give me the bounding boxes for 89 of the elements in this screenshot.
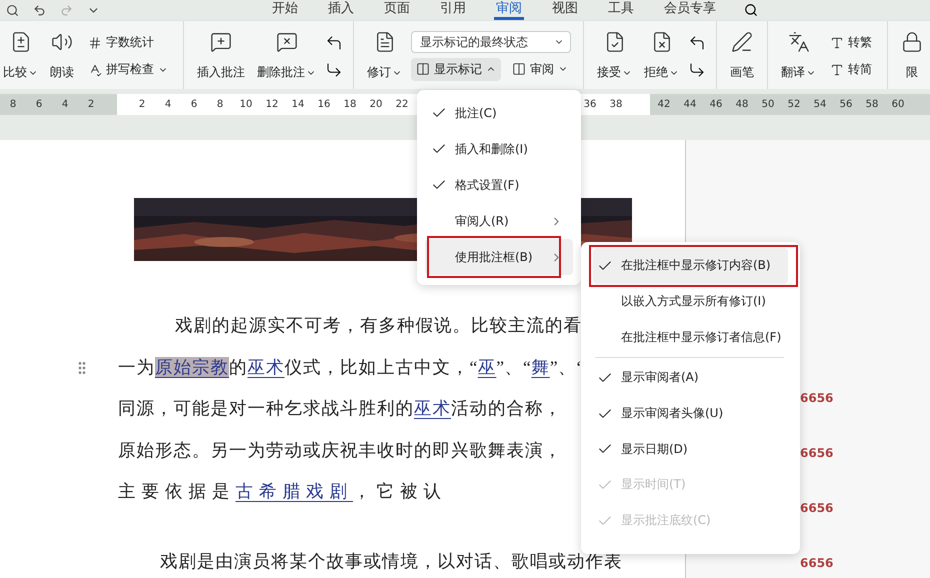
menu-item[interactable]: 插入和删除(I) — [425, 131, 573, 167]
ribbon-button[interactable]: 字数统计 — [83, 31, 173, 54]
translate-icon — [788, 31, 810, 53]
ruler-number: 58 — [864, 99, 880, 110]
ruler-number: 42 — [656, 99, 672, 110]
menu-item[interactable]: 审阅人(R) — [425, 203, 573, 239]
menu-item[interactable]: 以嵌入方式显示所有修订(I) — [593, 284, 788, 320]
menu-item[interactable]: 使用批注框(B) — [425, 239, 573, 275]
next-icon[interactable] — [688, 60, 706, 78]
ruler-number: 22 — [394, 99, 410, 110]
text-line: 原始形态。另一为劳动或庆祝丰收时的即兴歌舞表演， — [118, 438, 562, 462]
comment-author: 6656 — [800, 555, 834, 572]
text-line: 主要依据是 古希腊戏剧，它被认 — [118, 480, 447, 503]
ruler-number: 6 — [34, 99, 44, 110]
ruler-number: 10 — [238, 99, 254, 110]
ruler-number: 56 — [838, 99, 854, 110]
ruler-number: 2 — [86, 99, 96, 110]
character-icon — [830, 36, 844, 50]
ribbon-button[interactable]: 朗读 — [47, 25, 77, 89]
menu-item[interactable]: 显示审阅者(A) — [593, 360, 788, 396]
ribbon-button[interactable]: 拒绝 — [641, 25, 682, 89]
comment-delete-icon — [276, 31, 298, 53]
menu-tab[interactable]: 引用 — [438, 0, 468, 20]
menu-item[interactable]: 显示审阅者头像(U) — [593, 396, 788, 432]
ruler-number: 36 — [582, 99, 598, 110]
menu-tab[interactable]: 页面 — [382, 0, 412, 20]
ribbon-button[interactable]: 修订 — [364, 25, 405, 89]
number-icon — [88, 36, 102, 50]
ribbon-button[interactable]: 审阅 — [507, 58, 573, 81]
ruler-number: 18 — [342, 99, 358, 110]
search-icon[interactable] — [6, 4, 19, 16]
menu-tab[interactable]: 会员专享 — [662, 0, 718, 20]
ruler-number: 46 — [708, 99, 724, 110]
menu-item[interactable]: 在批注框中显示修订者信息(F) — [593, 319, 788, 356]
previous-icon[interactable] — [325, 34, 343, 52]
ruler-number: 50 — [760, 99, 776, 110]
comment-add-icon — [210, 31, 232, 53]
menu-item[interactable]: 格式设置(F) — [425, 167, 573, 203]
ruler-number: 48 — [734, 99, 750, 110]
ruler-number: 20 — [368, 99, 384, 110]
ribbon-button[interactable]: 插入批注 — [194, 25, 248, 89]
search-icon[interactable] — [744, 3, 758, 17]
undo-icon[interactable] — [33, 4, 46, 16]
ruler-number: 38 — [608, 99, 624, 110]
menu-item[interactable]: 显示日期(D) — [593, 431, 788, 468]
pen-icon — [731, 31, 753, 53]
ruler-number: 6 — [190, 99, 198, 110]
ruler-number: 60 — [890, 99, 906, 110]
ribbon-button[interactable]: 转繁 — [825, 31, 877, 54]
character-icon — [830, 62, 844, 76]
menu-tab[interactable]: 开始 — [270, 0, 300, 20]
ruler-number: 14 — [290, 99, 306, 110]
speaker-icon — [51, 31, 73, 53]
ruler-number: 8 — [216, 99, 224, 110]
comment-author: 6656 — [800, 390, 834, 407]
ribbon-button[interactable]: 转简 — [825, 58, 877, 81]
ruler-number: 8 — [8, 99, 18, 110]
comment-author: 6656 — [800, 445, 834, 462]
ruler-number: 4 — [164, 99, 172, 110]
previous-icon[interactable] — [688, 34, 706, 52]
comment-author: 6656 — [800, 500, 834, 517]
ruler-number: 16 — [316, 99, 332, 110]
menu-tab[interactable]: 工具 — [606, 0, 636, 20]
panel-icon — [512, 62, 526, 76]
markup-dropdown[interactable]: 显示标记的最终状态 — [411, 31, 571, 54]
ribbon-button[interactable]: 画笔 — [727, 25, 757, 89]
text-line: 戏剧是由演员将某个故事或情境，以对话、歌唱或动作表 — [159, 550, 622, 572]
menu-tab[interactable]: 视图 — [550, 0, 580, 20]
ribbon-button[interactable]: 翻译 — [778, 25, 819, 89]
ruler-number: 2 — [138, 99, 146, 110]
ruler-number: 54 — [812, 99, 828, 110]
ruler-number: 52 — [786, 99, 802, 110]
ribbon-button[interactable]: 删除批注 — [254, 25, 319, 89]
ruler-number: 44 — [682, 99, 698, 110]
menu-tab[interactable]: 插入 — [326, 0, 356, 20]
text-line: 戏剧的起源实不可考，有多种假说。比较主流的看 — [174, 314, 582, 337]
menu-item[interactable]: 批注(C) — [425, 95, 573, 131]
panel-icon — [416, 62, 430, 76]
ribbon-button[interactable]: 限 — [898, 25, 926, 89]
spellcheck-icon — [88, 62, 102, 76]
ruler-number: 12 — [264, 99, 280, 110]
ruler-number: 4 — [60, 99, 70, 110]
ribbon-button[interactable]: 比较 — [0, 25, 41, 89]
ribbon-button[interactable]: 显示标记 — [411, 58, 501, 81]
text-line: 同源，可能是对一种乞求战斗胜利的巫术活动的合称， — [118, 397, 562, 420]
lock-icon — [901, 31, 923, 53]
ribbon-button[interactable]: 拼写检查 — [83, 58, 173, 81]
next-icon[interactable] — [325, 60, 343, 78]
ribbon-button[interactable]: 接受 — [594, 25, 635, 89]
